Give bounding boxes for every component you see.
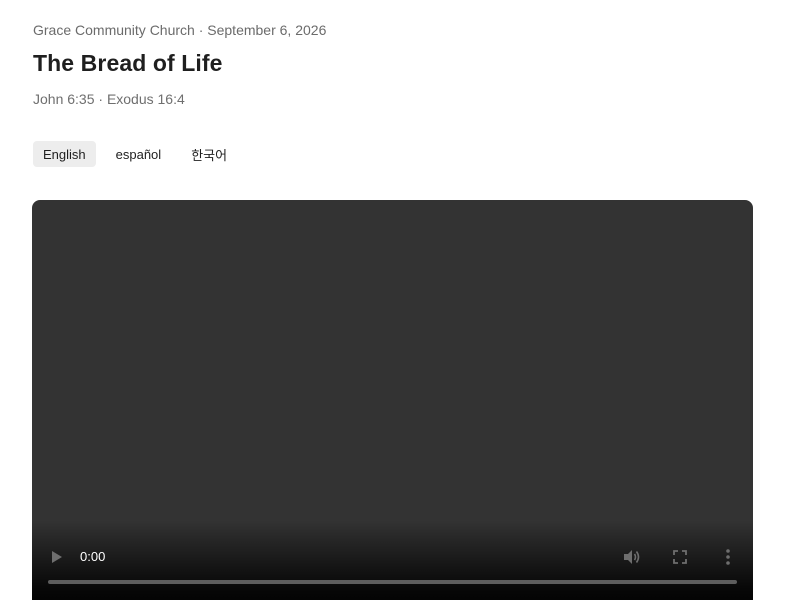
page-title: The Bread of Life xyxy=(33,50,223,76)
language-tab-korean[interactable]: 한국어 xyxy=(181,141,237,167)
video-controls: 0:00 xyxy=(32,540,753,574)
progress-bar[interactable] xyxy=(48,580,737,584)
sermon-page: Grace Community Church · September 6, 20… xyxy=(0,0,800,600)
current-time: 0:00 xyxy=(80,549,106,564)
scripture-references: John 6:35 · Exodus 16:4 xyxy=(33,91,185,107)
language-tabs: English español 한국어 xyxy=(33,141,247,167)
language-tab-spanish[interactable]: español xyxy=(106,141,172,167)
language-tab-english[interactable]: English xyxy=(33,141,96,167)
video-player[interactable]: 0:00 xyxy=(32,200,753,600)
volume-icon[interactable] xyxy=(620,545,644,569)
play-icon[interactable] xyxy=(45,545,69,569)
more-vertical-icon[interactable] xyxy=(716,545,740,569)
church-date-meta: Grace Community Church · September 6, 20… xyxy=(33,22,327,38)
fullscreen-icon[interactable] xyxy=(668,545,692,569)
